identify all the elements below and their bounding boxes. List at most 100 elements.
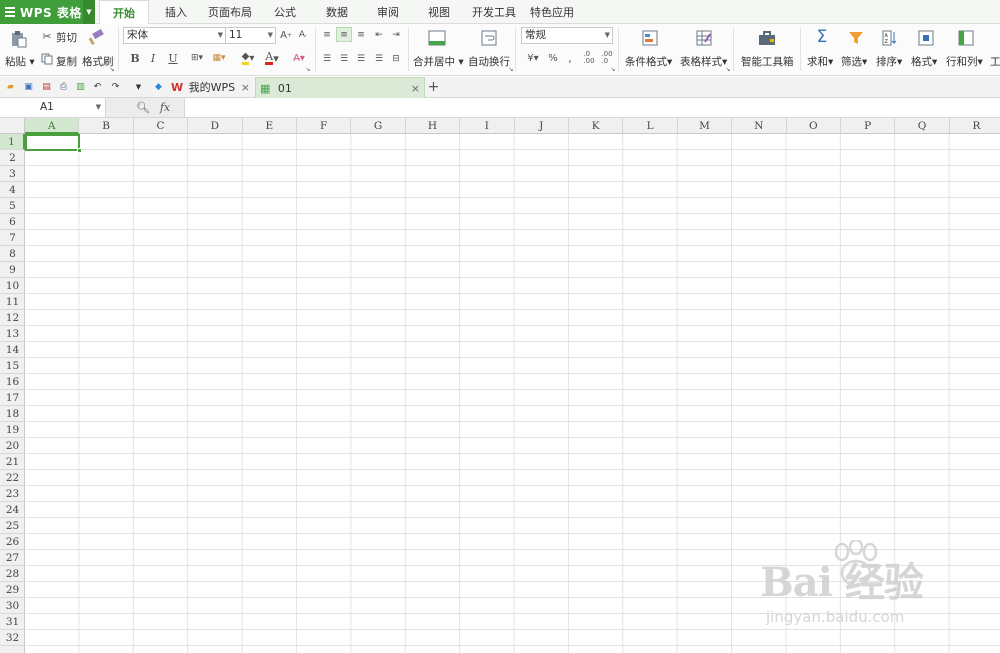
tab-developer[interactable]: 开发工具	[470, 0, 518, 24]
undo-icon[interactable]: ↶	[91, 80, 104, 93]
print-preview-icon[interactable]: ▥	[74, 80, 87, 93]
tab-review[interactable]: 审阅	[369, 0, 407, 24]
row-header[interactable]: 10	[0, 278, 25, 294]
style-launcher-icon[interactable]: ↘	[725, 66, 731, 73]
row-col-button[interactable]: 行和列▾	[946, 54, 983, 69]
new-tab-plus-icon[interactable]: +	[427, 79, 440, 95]
percent-button[interactable]: %	[546, 51, 560, 65]
decrease-font-icon[interactable]: A-	[296, 28, 310, 42]
column-header[interactable]: G	[351, 118, 406, 134]
row-header[interactable]: 32	[0, 630, 25, 646]
print-icon[interactable]: ⎙	[57, 80, 70, 93]
font-color-icon[interactable]: A ▾	[262, 51, 282, 65]
column-header[interactable]: C	[134, 118, 189, 134]
name-box[interactable]: A1 ▼	[0, 98, 106, 117]
merge-center-icon[interactable]	[427, 28, 447, 48]
row-header[interactable]: 15	[0, 358, 25, 374]
number-launcher-icon[interactable]: ↘	[610, 66, 616, 73]
format-button[interactable]: 格式▾	[911, 54, 937, 69]
row-header[interactable]: 24	[0, 502, 25, 518]
row-header[interactable]: 8	[0, 246, 25, 262]
underline-button[interactable]: U	[166, 51, 180, 65]
table-style-button[interactable]: 表格样式▾	[680, 54, 727, 69]
conditional-format-icon[interactable]	[640, 28, 660, 48]
doc-tab-my-wps[interactable]: W 我的WPS ×	[168, 77, 254, 98]
column-header[interactable]: D	[188, 118, 243, 134]
row-header[interactable]: 3	[0, 166, 25, 182]
align-right-icon[interactable]: ☰	[354, 52, 368, 66]
export-pdf-icon[interactable]: ▤	[40, 80, 53, 93]
fill-color-icon[interactable]: ◆ ▾	[238, 51, 258, 65]
copy-icon[interactable]	[40, 52, 54, 66]
alignment-launcher-icon[interactable]: ↘	[508, 66, 514, 73]
toolbox-icon[interactable]	[756, 28, 778, 48]
distributed-align-icon[interactable]: ⊟	[389, 52, 403, 66]
cut-button[interactable]: 剪切	[56, 30, 77, 45]
row-header[interactable]: 25	[0, 518, 25, 534]
italic-button[interactable]: I	[146, 51, 160, 65]
font-launcher-icon[interactable]: ↘	[305, 66, 311, 73]
tab-view[interactable]: 视图	[420, 0, 458, 24]
align-top-icon[interactable]: ≡	[320, 28, 334, 42]
formula-input[interactable]	[185, 98, 1000, 117]
row-header[interactable]: 2	[0, 150, 25, 166]
bold-button[interactable]: B	[128, 51, 142, 65]
tab-special[interactable]: 特色应用	[528, 0, 576, 24]
sort-icon[interactable]: AZ	[880, 28, 900, 48]
close-icon[interactable]: ×	[241, 77, 250, 98]
scissors-icon[interactable]: ✂	[40, 29, 54, 43]
filter-icon[interactable]	[846, 28, 866, 48]
row-header[interactable]: 22	[0, 470, 25, 486]
paste-icon[interactable]	[9, 29, 29, 49]
row-header[interactable]: 4	[0, 182, 25, 198]
close-icon[interactable]: ×	[411, 78, 420, 99]
font-size-select[interactable]: 11 ▼	[225, 27, 276, 44]
cell-style-icon[interactable]: ▦▾	[210, 51, 228, 65]
column-header[interactable]: O	[787, 118, 841, 134]
tab-page-layout[interactable]: 页面布局	[205, 0, 255, 24]
row-header[interactable]: 20	[0, 438, 25, 454]
open-folder-icon[interactable]: ▰	[4, 80, 17, 93]
column-header[interactable]: J	[515, 118, 569, 134]
cube-icon[interactable]: ◆	[152, 80, 165, 93]
sort-button[interactable]: 排序▾	[876, 54, 902, 69]
sum-icon[interactable]: Σ	[812, 27, 832, 47]
row-header[interactable]: 1	[0, 134, 25, 150]
align-middle-icon[interactable]: ≡	[336, 27, 352, 42]
wrap-text-icon[interactable]	[479, 28, 499, 48]
fill-handle[interactable]	[77, 148, 82, 153]
number-format-select[interactable]: 常规 ▼	[521, 27, 613, 44]
tab-insert[interactable]: 插入	[156, 0, 196, 24]
chevron-down-icon[interactable]: ▼	[132, 80, 145, 93]
sum-button[interactable]: 求和▾	[807, 54, 833, 69]
row-header[interactable]: 5	[0, 198, 25, 214]
row-header[interactable]: 26	[0, 534, 25, 550]
save-icon[interactable]: ▣	[22, 80, 35, 93]
increase-font-icon[interactable]: A +	[279, 28, 293, 42]
format-painter-icon[interactable]	[86, 28, 106, 48]
paste-button[interactable]: 粘贴 ▾	[5, 54, 35, 69]
column-header[interactable]: R	[950, 118, 1000, 134]
row-header[interactable]: 6	[0, 214, 25, 230]
row-header[interactable]: 30	[0, 598, 25, 614]
align-center-icon[interactable]: ☰	[337, 52, 351, 66]
row-header[interactable]: 7	[0, 230, 25, 246]
column-header[interactable]: I	[460, 118, 515, 134]
row-header[interactable]: 17	[0, 390, 25, 406]
tab-home[interactable]: 开始	[99, 0, 149, 25]
row-header[interactable]: 14	[0, 342, 25, 358]
copy-button[interactable]: 复制	[56, 54, 77, 69]
function-fx-icon[interactable]: fx	[156, 100, 174, 114]
row-header[interactable]: 29	[0, 582, 25, 598]
row-header[interactable]: 19	[0, 422, 25, 438]
column-header[interactable]: A	[25, 118, 80, 134]
row-header[interactable]: 11	[0, 294, 25, 310]
thousands-icon[interactable]: ,	[564, 51, 576, 65]
column-header[interactable]: H	[406, 118, 461, 134]
redo-icon[interactable]: ↷	[109, 80, 122, 93]
zoom-search-icon[interactable]: 🔍︎	[136, 100, 150, 114]
column-header[interactable]: Q	[895, 118, 950, 134]
doc-tab-01[interactable]: ▦ 01 ×	[255, 77, 425, 98]
chevron-down-icon[interactable]: ▼	[83, 0, 95, 24]
column-header[interactable]: P	[841, 118, 896, 134]
